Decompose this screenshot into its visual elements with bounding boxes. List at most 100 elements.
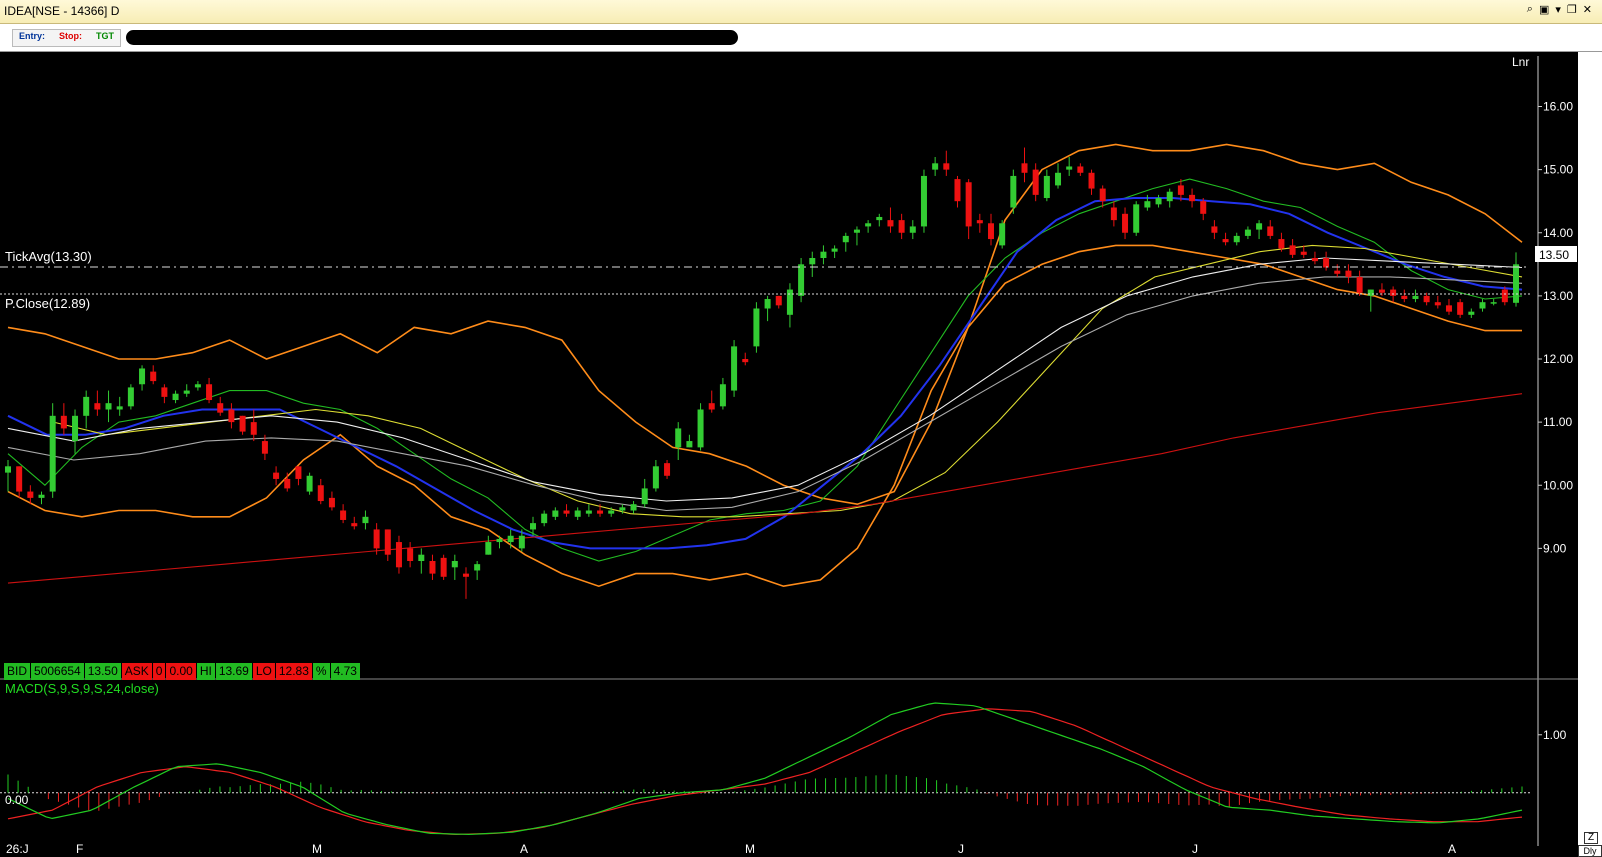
candle-body xyxy=(351,523,358,527)
price-chart[interactable]: 9.0010.0011.0012.0013.0014.0015.0016.00 … xyxy=(0,0,1602,857)
time-tick-label: J xyxy=(1192,842,1198,856)
ask-price: 0.00 xyxy=(166,663,196,680)
candle-body xyxy=(1412,295,1419,300)
candle-body xyxy=(1222,239,1229,243)
candle-body xyxy=(652,466,659,489)
macd-zero-label: 0.00 xyxy=(5,793,29,807)
candle-body xyxy=(563,510,570,514)
time-tick-label: A xyxy=(1448,842,1456,856)
candle-body xyxy=(496,538,503,543)
candle-body xyxy=(1055,172,1062,186)
candle-body xyxy=(686,441,693,448)
candle-body xyxy=(898,220,905,233)
candle-body xyxy=(150,371,157,382)
time-tick-label: M xyxy=(745,842,755,856)
indicator-ma-long xyxy=(7,393,1523,584)
macd-lines xyxy=(7,702,1523,836)
candle-body xyxy=(49,415,56,492)
candle-body xyxy=(1278,239,1285,249)
candle-body xyxy=(261,441,268,454)
candle-body xyxy=(1490,302,1497,304)
price-tick-label: 9.00 xyxy=(1543,541,1567,555)
candle-body xyxy=(1010,175,1017,208)
tickavg-label: TickAvg(13.30) xyxy=(5,249,92,264)
zoom-button[interactable]: Z xyxy=(1584,832,1598,844)
price-tick-label: 16.00 xyxy=(1543,100,1573,114)
candle-body xyxy=(105,403,112,410)
candle-body xyxy=(641,488,648,505)
candle-body xyxy=(697,409,704,448)
candle-body xyxy=(1200,201,1207,214)
indicator-ma-green xyxy=(7,178,1523,562)
macd-axis: 1.00 xyxy=(0,728,1567,794)
candle-body xyxy=(987,223,994,240)
candle-body xyxy=(172,393,179,401)
change-pct-label: % xyxy=(312,663,330,680)
candle-body xyxy=(820,251,827,258)
candle-body xyxy=(1099,188,1106,202)
candle-body xyxy=(1434,302,1441,306)
candle-body xyxy=(1021,163,1028,173)
scale-mode-label[interactable]: Lnr xyxy=(1512,55,1529,69)
candle-body xyxy=(708,403,715,410)
candle-body xyxy=(574,510,581,517)
price-tick-label: 10.00 xyxy=(1543,478,1573,492)
bid-qty: 5006654 xyxy=(31,663,84,680)
candle-body xyxy=(608,510,615,514)
candle-body xyxy=(597,510,604,514)
candle-body xyxy=(1457,302,1464,315)
candle-body xyxy=(1323,258,1330,268)
candle-body xyxy=(1244,229,1251,236)
price-tick-label: 14.00 xyxy=(1543,226,1573,240)
macd-line xyxy=(7,702,1523,836)
candle-body xyxy=(518,535,525,549)
change-pct-value: 4.73 xyxy=(330,663,360,680)
candle-body xyxy=(1445,305,1452,312)
candle-body xyxy=(462,573,469,577)
candle-body xyxy=(742,359,749,363)
price-tick-label: 13.00 xyxy=(1543,289,1573,303)
indicator-bb-upper xyxy=(7,143,1523,506)
candle-body xyxy=(675,428,682,448)
price-tick-label: 12.00 xyxy=(1543,352,1573,366)
candle-body xyxy=(786,289,793,315)
candle-body xyxy=(764,299,771,309)
signal-line xyxy=(7,708,1523,836)
periodicity-button[interactable]: Dly xyxy=(1578,845,1602,857)
candle-body xyxy=(954,179,961,202)
scroll-strip[interactable] xyxy=(1578,52,1602,857)
candle-body xyxy=(418,554,425,561)
candle-body xyxy=(1144,201,1151,208)
candle-body xyxy=(853,229,860,233)
ask-label: ASK xyxy=(121,663,152,680)
candle-body xyxy=(1311,258,1318,262)
candle-body xyxy=(429,561,436,574)
candle-body xyxy=(1356,276,1363,293)
candle-body xyxy=(1513,264,1519,303)
candle-body xyxy=(731,346,738,391)
candle-body xyxy=(194,384,201,388)
candle-body xyxy=(999,223,1006,246)
price-tick-label: 15.00 xyxy=(1543,163,1573,177)
time-tick-label: A xyxy=(520,842,528,856)
candle-body xyxy=(1401,295,1408,300)
candle-body xyxy=(116,406,123,410)
time-tick-label: M xyxy=(312,842,322,856)
candle-body xyxy=(1088,172,1095,189)
candle-body xyxy=(585,510,592,514)
candle-body xyxy=(1267,226,1274,236)
candle-body xyxy=(16,466,23,492)
candle-body xyxy=(1110,207,1117,221)
candle-body xyxy=(295,466,302,479)
candle-body xyxy=(619,507,626,511)
last-price-label: 13.50 xyxy=(1539,248,1569,262)
candle-body xyxy=(440,557,447,577)
candle-body xyxy=(340,510,347,520)
candle-body xyxy=(552,510,559,517)
price-tick-label: 11.00 xyxy=(1543,415,1572,429)
candle-body xyxy=(1122,213,1129,233)
candle-body xyxy=(865,223,872,227)
candle-body xyxy=(965,182,972,227)
time-axis: 26:J F M A M J J A xyxy=(6,842,1456,856)
candle-body xyxy=(887,220,894,227)
